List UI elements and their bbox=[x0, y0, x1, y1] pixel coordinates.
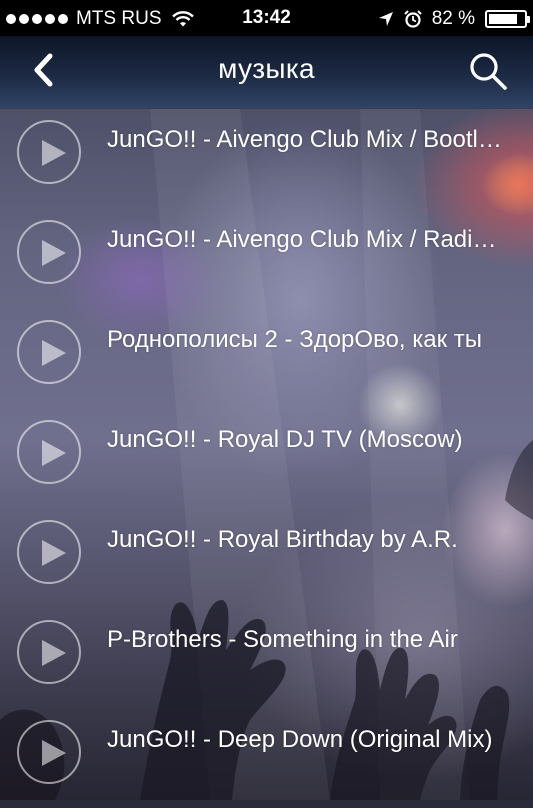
play-button[interactable] bbox=[17, 520, 81, 584]
track-row[interactable]: Роднополисы 2 - ЗдорОво, как ты bbox=[0, 308, 533, 408]
battery-level-fill bbox=[489, 14, 517, 24]
play-button[interactable] bbox=[17, 720, 81, 784]
track-title: Роднополисы 2 - ЗдорОво, как ты bbox=[107, 326, 483, 353]
play-icon bbox=[42, 140, 66, 166]
status-bar: MTS RUS 13:42 82 % bbox=[0, 0, 533, 36]
play-icon bbox=[42, 740, 66, 766]
track-title: JunGO!! - Aivengo Club Mix / Bootleg bbox=[107, 126, 502, 153]
page-title: музыка bbox=[218, 53, 315, 84]
track-row[interactable]: P-Brothers - Something in the Air bbox=[0, 608, 533, 708]
track-row[interactable]: JunGO!! - Aivengo Club Mix / Bootleg bbox=[0, 108, 533, 208]
play-icon bbox=[42, 540, 66, 566]
track-row[interactable]: JunGO!! - Aivengo Club Mix / Radio Edit bbox=[0, 208, 533, 308]
battery-percent: 82 % bbox=[431, 8, 475, 29]
track-title: P-Brothers - Something in the Air bbox=[107, 626, 458, 653]
status-right: 82 % bbox=[378, 8, 530, 30]
track-row[interactable]: JunGO!! - Royal Birthday by A.R. bbox=[0, 508, 533, 608]
navigation-bar: музыка bbox=[0, 36, 533, 109]
play-button[interactable] bbox=[17, 620, 81, 684]
location-icon bbox=[378, 12, 393, 26]
play-button[interactable] bbox=[17, 320, 81, 384]
track-title: JunGO!! - Royal DJ TV (Moscow) bbox=[107, 426, 463, 453]
play-icon bbox=[42, 640, 66, 666]
track-row[interactable]: JunGO!! - Deep Down (Original Mix) bbox=[0, 708, 533, 808]
track-title: JunGO!! - Deep Down (Original Mix) bbox=[107, 726, 493, 753]
play-icon bbox=[42, 340, 66, 366]
play-button[interactable] bbox=[17, 420, 81, 484]
play-button[interactable] bbox=[17, 220, 81, 284]
battery-icon bbox=[485, 10, 530, 28]
alarm-icon bbox=[403, 10, 422, 28]
play-button[interactable] bbox=[17, 120, 81, 184]
play-icon bbox=[42, 240, 66, 266]
track-title: JunGO!! - Aivengo Club Mix / Radio Edit bbox=[107, 226, 502, 253]
play-icon bbox=[42, 440, 66, 466]
track-list: JunGO!! - Aivengo Club Mix / Bootleg Jun… bbox=[0, 108, 533, 800]
search-icon[interactable] bbox=[467, 50, 509, 92]
track-title: JunGO!! - Royal Birthday by A.R. bbox=[107, 526, 458, 553]
track-row[interactable]: JunGO!! - Royal DJ TV (Moscow) bbox=[0, 408, 533, 508]
